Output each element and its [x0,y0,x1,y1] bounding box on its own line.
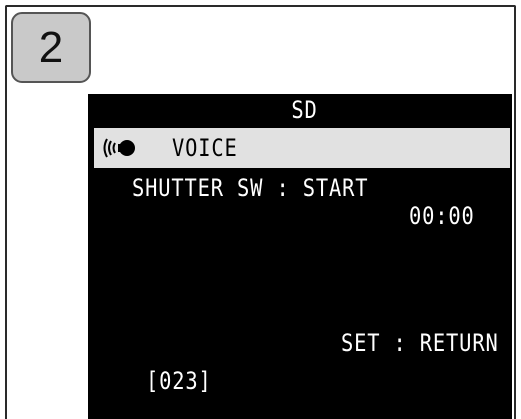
remaining-count: [023] [146,367,212,395]
camera-lcd-screen: SD VOICE SHUTTER SW : START 00:00 SET : … [88,94,512,419]
voice-recording-icon [103,138,135,158]
shutter-instruction: SHUTTER SW : START [132,174,369,202]
voice-mode-item[interactable]: VOICE [94,128,510,168]
recording-timer: 00:00 [409,202,475,230]
voice-mode-label: VOICE [172,134,238,162]
screen-title: SD [291,96,318,124]
set-return-hint: SET : RETURN [341,329,499,357]
step-number-badge: 2 [11,12,91,83]
step-number: 2 [38,22,64,72]
